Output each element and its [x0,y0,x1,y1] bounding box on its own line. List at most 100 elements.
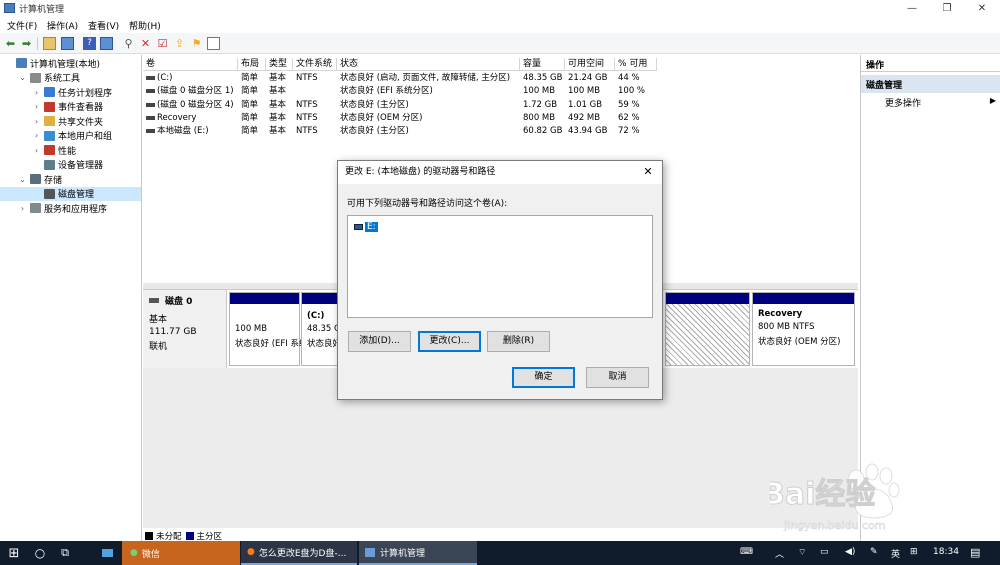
taskbar-browser[interactable]: ● 怎么更改E盘为D盘-... [241,541,357,565]
disk-label[interactable]: 磁盘 0 基本 111.77 GB 联机 [143,290,227,368]
tree-item[interactable]: 设备管理器 [0,158,141,173]
partition-size: 48.35 GB [307,324,340,334]
network-icon[interactable]: ⌔ [798,547,806,558]
table-row[interactable]: Recovery 简单 基本 NTFS 状态良好 (OEM 分区) 800 MB 492 M… [143,112,858,125]
chevron-up-icon[interactable]: ︿ [775,547,784,560]
table-row[interactable]: (C:) 简单 基本 NTFS 状态良好 (启动, 页面文件, 故障转储, 主分区) 48… [143,72,858,85]
drive-path-listbox[interactable]: E: [347,215,653,318]
table-cell: 21.24 GB [568,73,608,83]
show-hide-tree-icon[interactable] [61,37,74,50]
taskbar-computer-management[interactable]: 计算机管理 [359,541,477,565]
chevron-down-icon[interactable]: ⌄ [18,73,27,82]
notification-icon[interactable]: ▤ [970,546,980,559]
disk-drive-icon [149,298,159,303]
dialog-close-button[interactable]: ✕ [640,164,656,180]
chevron-right-icon[interactable]: › [32,102,41,111]
tree-item[interactable]: › 事件查看器 [0,100,141,115]
column-header[interactable]: 可用空间 [565,58,615,71]
taskbar-label: 计算机管理 [380,548,426,559]
properties-icon[interactable] [100,37,113,50]
menu-file[interactable]: 文件(F) [7,19,37,32]
tree-item[interactable]: 计算机管理(本地) [0,56,141,71]
column-header[interactable]: % 可用 [615,58,657,71]
up-folder-icon[interactable] [43,37,56,50]
tree-item[interactable]: › 共享文件夹 [0,114,141,129]
menu-view[interactable]: 查看(V) [88,19,119,32]
column-header[interactable]: 卷 [143,58,238,71]
import-icon[interactable]: ⇪ [173,37,186,50]
checklist-icon[interactable]: ☑ [156,37,169,50]
computer-management-icon [365,547,375,557]
table-row[interactable]: (磁盘 0 磁盘分区 1) 简单 基本 状态良好 (EFI 系统分区) 100 MB 10… [143,85,858,98]
chevron-right-icon[interactable]: › [32,117,41,126]
tools-icon [30,72,41,83]
remote-app-icon[interactable] [97,541,117,565]
partition-selected-hatched[interactable] [665,292,750,366]
start-windows-icon[interactable]: ⊞ [0,541,28,565]
actions-section[interactable]: 磁盘管理 [861,75,1000,93]
add-button[interactable]: 添加(D)... [348,331,411,352]
cancel-button[interactable]: 取消 [586,367,649,388]
tree-item[interactable]: › 本地用户和组 [0,129,141,144]
chevron-down-icon[interactable]: ⌄ [18,175,27,184]
tree-item[interactable]: › 任务计划程序 [0,85,141,100]
table-row[interactable]: 本地磁盘 (E:) 简单 基本 NTFS 状态良好 (主分区) 60.82 GB 43.94… [143,125,858,138]
column-header[interactable]: 布局 [238,58,266,71]
table-cell-text: (磁盘 0 磁盘分区 4) [157,99,234,110]
tree-item[interactable]: › 性能 [0,143,141,158]
minimize-button[interactable]: — [895,0,929,17]
battery-icon[interactable]: ▭ [820,547,829,557]
chevron-right-icon[interactable]: › [32,131,41,140]
column-header[interactable]: 容量 [520,58,565,71]
back-icon[interactable]: ⬅ [4,37,17,50]
search-folder-icon[interactable]: ⚑ [190,37,203,50]
volume-icon[interactable]: ◀) [845,547,855,557]
search-circle-icon[interactable]: ○ [31,541,49,565]
more-actions[interactable]: 更多操作 ▶ [861,93,1000,109]
delete-icon[interactable]: ✕ [139,37,152,50]
table-cell: 44 % [618,73,640,83]
drive-path-item[interactable]: E: [354,221,378,233]
connect-icon[interactable]: ⚲ [122,37,135,50]
restore-button[interactable]: ❐ [930,0,964,17]
table-cell: 状态良好 (主分区) [340,99,409,110]
chevron-right-icon[interactable]: › [32,88,41,97]
table-cell: 43.94 GB [568,126,608,137]
partition-efi[interactable]: 100 MB 状态良好 (EFI 系统分区) [229,292,328,366]
users-icon [44,130,55,141]
ime-indicator[interactable]: 英 [891,547,900,560]
partition-recovery[interactable]: Recovery 800 MB NTFS 状态良好 (OEM 分区) [752,292,855,366]
partition-c[interactable]: (C:) 48.35 GB 状态良好 [301,292,341,366]
help-icon[interactable]: ? [83,37,96,50]
tree-item[interactable]: ⌄ 系统工具 [0,71,141,86]
column-header[interactable]: 状态 [337,58,520,71]
forward-icon[interactable]: ➡ [20,37,33,50]
ime-mode-icon[interactable]: ⊞ [910,547,918,557]
task-view-icon[interactable]: ⧉ [56,541,74,565]
tree-item-label: 存储 [44,175,63,186]
clock[interactable]: 18:34 [933,547,959,557]
taskbar-wechat[interactable]: ● 微信 [122,541,240,565]
tree-item-label: 系统工具 [44,74,81,85]
table-cell-text: Recovery [157,112,197,123]
menu-action[interactable]: 操作(A) [47,19,78,32]
change-button[interactable]: 更改(C)... [418,331,481,352]
column-header[interactable]: 类型 [266,58,293,71]
close-button[interactable]: ✕ [965,0,999,17]
keyboard-icon[interactable]: ⌨ [740,547,753,557]
remove-button[interactable]: 删除(R) [487,331,550,352]
table-cell-text: (磁盘 0 磁盘分区 1) [157,86,234,97]
pen-icon[interactable]: ✎ [870,547,878,557]
table-row[interactable]: (磁盘 0 磁盘分区 4) 简单 基本 NTFS 状态良好 (主分区) 1.72 GB 1.… [143,99,858,112]
column-header[interactable]: 文件系统 [293,58,337,71]
tree-item[interactable]: › 服务和应用程序 [0,201,141,216]
tree-item[interactable]: 磁盘管理 [0,186,141,201]
chevron-right-icon[interactable]: › [18,204,27,213]
ok-button[interactable]: 确定 [512,367,575,388]
tree-item[interactable]: ⌄ 存储 [0,172,141,187]
menu-help[interactable]: 帮助(H) [129,19,161,32]
table-cell: NTFS [296,112,318,123]
window-view-icon[interactable] [207,37,220,50]
chevron-right-icon[interactable]: › [32,146,41,155]
table-cell: 100 MB [568,86,601,97]
